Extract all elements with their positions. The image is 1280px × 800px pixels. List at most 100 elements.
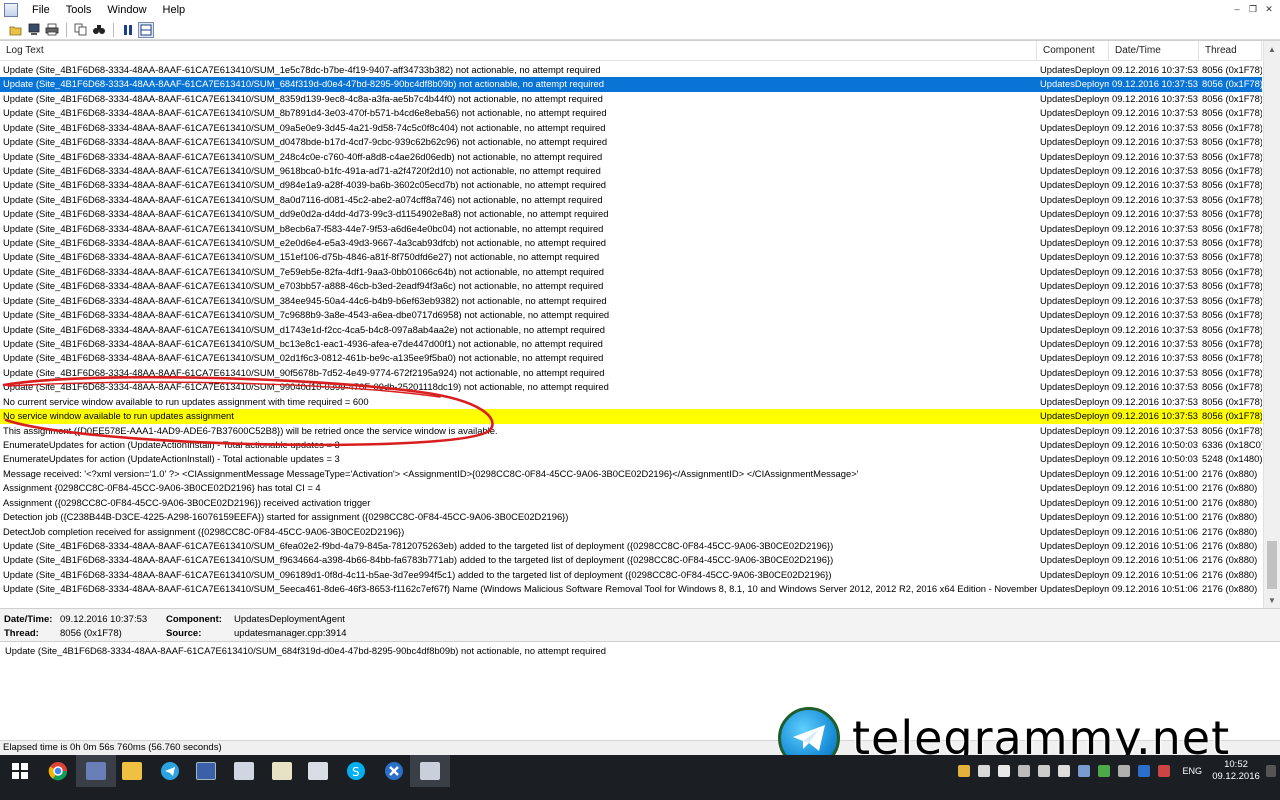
table-row[interactable]: Update (Site_4B1F6D68-3334-48AA-8AAF-61C…	[0, 222, 1262, 236]
table-row[interactable]: Update (Site_4B1F6D68-3334-48AA-8AAF-61C…	[0, 135, 1262, 149]
table-row[interactable]: Update (Site_4B1F6D68-3334-48AA-8AAF-61C…	[0, 553, 1262, 567]
column-header-component[interactable]: Component	[1037, 41, 1109, 61]
tray-network-icon[interactable]	[1038, 765, 1051, 777]
vertical-scrollbar[interactable]: ▲ ▼	[1263, 41, 1280, 608]
table-row[interactable]: Message received: '<?xml version='1.0' ?…	[0, 467, 1262, 481]
menu-tools[interactable]: Tools	[58, 0, 100, 20]
table-row[interactable]: Update (Site_4B1F6D68-3334-48AA-8AAF-61C…	[0, 92, 1262, 106]
file-explorer-icon[interactable]	[112, 755, 152, 787]
tray-green-icon[interactable]	[1098, 765, 1111, 777]
scroll-thumb[interactable]	[1267, 541, 1277, 589]
tray-app-blue-icon[interactable]	[1138, 765, 1151, 777]
menu-help[interactable]: Help	[155, 0, 194, 20]
table-row[interactable]: Detection job ({C238B44B-D3CE-4225-A298-…	[0, 510, 1262, 524]
tray-battery-icon[interactable]	[1018, 765, 1031, 777]
datetime-cell: 09.12.2016 10:37:53	[1112, 193, 1199, 205]
table-row[interactable]: Update (Site_4B1F6D68-3334-48AA-8AAF-61C…	[0, 366, 1262, 380]
pause-icon[interactable]	[120, 22, 136, 38]
start-button[interactable]	[0, 755, 40, 787]
print-icon[interactable]	[44, 22, 60, 38]
find-binoculars-icon[interactable]	[91, 22, 107, 38]
table-row[interactable]: No current service window available to r…	[0, 395, 1262, 409]
table-row[interactable]: Update (Site_4B1F6D68-3334-48AA-8AAF-61C…	[0, 279, 1262, 293]
table-row[interactable]: Update (Site_4B1F6D68-3334-48AA-8AAF-61C…	[0, 207, 1262, 221]
restore-button[interactable]: ❐	[1246, 3, 1260, 16]
tray-app-red-icon[interactable]	[1158, 765, 1171, 777]
table-row[interactable]: Update (Site_4B1F6D68-3334-48AA-8AAF-61C…	[0, 294, 1262, 308]
menu-file[interactable]: File	[24, 0, 58, 20]
column-header-log-text[interactable]: Log Text	[0, 41, 1037, 61]
table-row[interactable]: DetectJob completion received for assign…	[0, 525, 1262, 539]
datetime-cell: 09.12.2016 10:37:53	[1112, 164, 1199, 176]
component-cell: UpdatesDeploym	[1040, 539, 1109, 551]
language-indicator[interactable]: ENG	[1182, 766, 1202, 776]
chrome-icon[interactable]	[38, 755, 78, 787]
table-row[interactable]: No service window available to run updat…	[0, 409, 1262, 424]
log-text-cell: Update (Site_4B1F6D68-3334-48AA-8AAF-61C…	[3, 222, 604, 234]
copy-icon[interactable]	[73, 22, 89, 38]
column-header-thread[interactable]: Thread	[1199, 41, 1262, 61]
table-row[interactable]: Update (Site_4B1F6D68-3334-48AA-8AAF-61C…	[0, 164, 1262, 178]
table-row[interactable]: Update (Site_4B1F6D68-3334-48AA-8AAF-61C…	[0, 150, 1262, 164]
table-row[interactable]: Update (Site_4B1F6D68-3334-48AA-8AAF-61C…	[0, 323, 1262, 337]
table-row[interactable]: Update (Site_4B1F6D68-3334-48AA-8AAF-61C…	[0, 178, 1262, 192]
document-icon[interactable]	[298, 755, 338, 787]
notepad-icon[interactable]	[262, 755, 302, 787]
clock[interactable]: 10:52 09.12.2016	[1210, 759, 1262, 783]
table-row[interactable]: Update (Site_4B1F6D68-3334-48AA-8AAF-61C…	[0, 193, 1262, 207]
scroll-down-icon[interactable]: ▼	[1264, 592, 1280, 608]
table-row[interactable]: Update (Site_4B1F6D68-3334-48AA-8AAF-61C…	[0, 582, 1262, 596]
table-row[interactable]: Update (Site_4B1F6D68-3334-48AA-8AAF-61C…	[0, 308, 1262, 322]
table-row[interactable]: Update (Site_4B1F6D68-3334-48AA-8AAF-61C…	[0, 77, 1262, 92]
open-folder-icon[interactable]	[8, 22, 24, 38]
table-row[interactable]: Update (Site_4B1F6D68-3334-48AA-8AAF-61C…	[0, 121, 1262, 135]
table-row[interactable]: Update (Site_4B1F6D68-3334-48AA-8AAF-61C…	[0, 106, 1262, 120]
log-text-cell: Update (Site_4B1F6D68-3334-48AA-8AAF-61C…	[3, 280, 604, 292]
component-cell: UpdatesDeploym	[1040, 352, 1109, 364]
datetime-cell: 09.12.2016 10:37:53	[1112, 410, 1199, 422]
thread-cell: 8056 (0x1F78)	[1202, 410, 1262, 422]
window-layout-icon[interactable]	[138, 21, 154, 38]
column-header-datetime[interactable]: Date/Time	[1109, 41, 1199, 61]
table-row[interactable]: Update (Site_4B1F6D68-3334-48AA-8AAF-61C…	[0, 568, 1262, 582]
table-row[interactable]: Assignment {0298CC8C-0F84-45CC-9A06-3B0C…	[0, 481, 1262, 495]
tool-x-icon[interactable]	[374, 755, 414, 787]
table-row[interactable]: This assignment ({D0EE578E-AAA1-4AD9-ADE…	[0, 424, 1262, 438]
table-row[interactable]: Update (Site_4B1F6D68-3334-48AA-8AAF-61C…	[0, 337, 1262, 351]
close-button[interactable]: ✕	[1262, 3, 1276, 16]
log-text-cell: Update (Site_4B1F6D68-3334-48AA-8AAF-61C…	[3, 107, 607, 119]
volume-icon[interactable]	[1058, 765, 1071, 777]
cmtrace-active-icon[interactable]	[410, 755, 450, 787]
telegram-icon[interactable]	[150, 755, 190, 787]
app-window-icon[interactable]	[186, 755, 226, 787]
skype-icon[interactable]: S	[336, 755, 376, 787]
table-row[interactable]: EnumerateUpdates for action (UpdateActio…	[0, 438, 1262, 452]
table-row[interactable]: Update (Site_4B1F6D68-3334-48AA-8AAF-61C…	[0, 250, 1262, 264]
tray-folder-icon[interactable]	[958, 765, 971, 777]
tray-sync-icon[interactable]	[1118, 765, 1131, 777]
tray-app-icon[interactable]	[978, 765, 991, 777]
open-computer-icon[interactable]	[26, 22, 42, 38]
scroll-up-icon[interactable]: ▲	[1264, 41, 1280, 58]
table-row[interactable]: Update (Site_4B1F6D68-3334-48AA-8AAF-61C…	[0, 351, 1262, 365]
table-row[interactable]: EnumerateUpdates for action (UpdateActio…	[0, 452, 1262, 466]
tray-monitor-icon[interactable]	[998, 765, 1011, 777]
component-cell: UpdatesDeploym	[1040, 179, 1109, 191]
thread-cell: 8056 (0x1F78)	[1202, 294, 1262, 306]
table-row[interactable]: Update (Site_4B1F6D68-3334-48AA-8AAF-61C…	[0, 265, 1262, 279]
table-row[interactable]: Update (Site_4B1F6D68-3334-48AA-8AAF-61C…	[0, 380, 1262, 394]
notifications-icon[interactable]	[1266, 765, 1276, 777]
table-row[interactable]: Update (Site_4B1F6D68-3334-48AA-8AAF-61C…	[0, 236, 1262, 250]
minimize-button[interactable]: –	[1230, 3, 1244, 16]
thread-cell: 8056 (0x1F78)	[1202, 150, 1262, 162]
thread-cell: 8056 (0x1F78)	[1202, 92, 1262, 104]
table-row[interactable]: Update (Site_4B1F6D68-3334-48AA-8AAF-61C…	[0, 63, 1262, 77]
table-row[interactable]: Assignment ({0298CC8C-0F84-45CC-9A06-3B0…	[0, 496, 1262, 510]
datetime-cell: 09.12.2016 10:37:53	[1112, 107, 1199, 119]
menu-window[interactable]: Window	[99, 0, 154, 20]
table-row[interactable]: Update (Site_4B1F6D68-3334-48AA-8AAF-61C…	[0, 539, 1262, 553]
log-text-cell: Update (Site_4B1F6D68-3334-48AA-8AAF-61C…	[3, 294, 607, 306]
remote-desktop-icon[interactable]	[76, 755, 116, 787]
cmtrace-icon[interactable]	[224, 755, 264, 787]
tray-shield-icon[interactable]	[1078, 765, 1091, 777]
